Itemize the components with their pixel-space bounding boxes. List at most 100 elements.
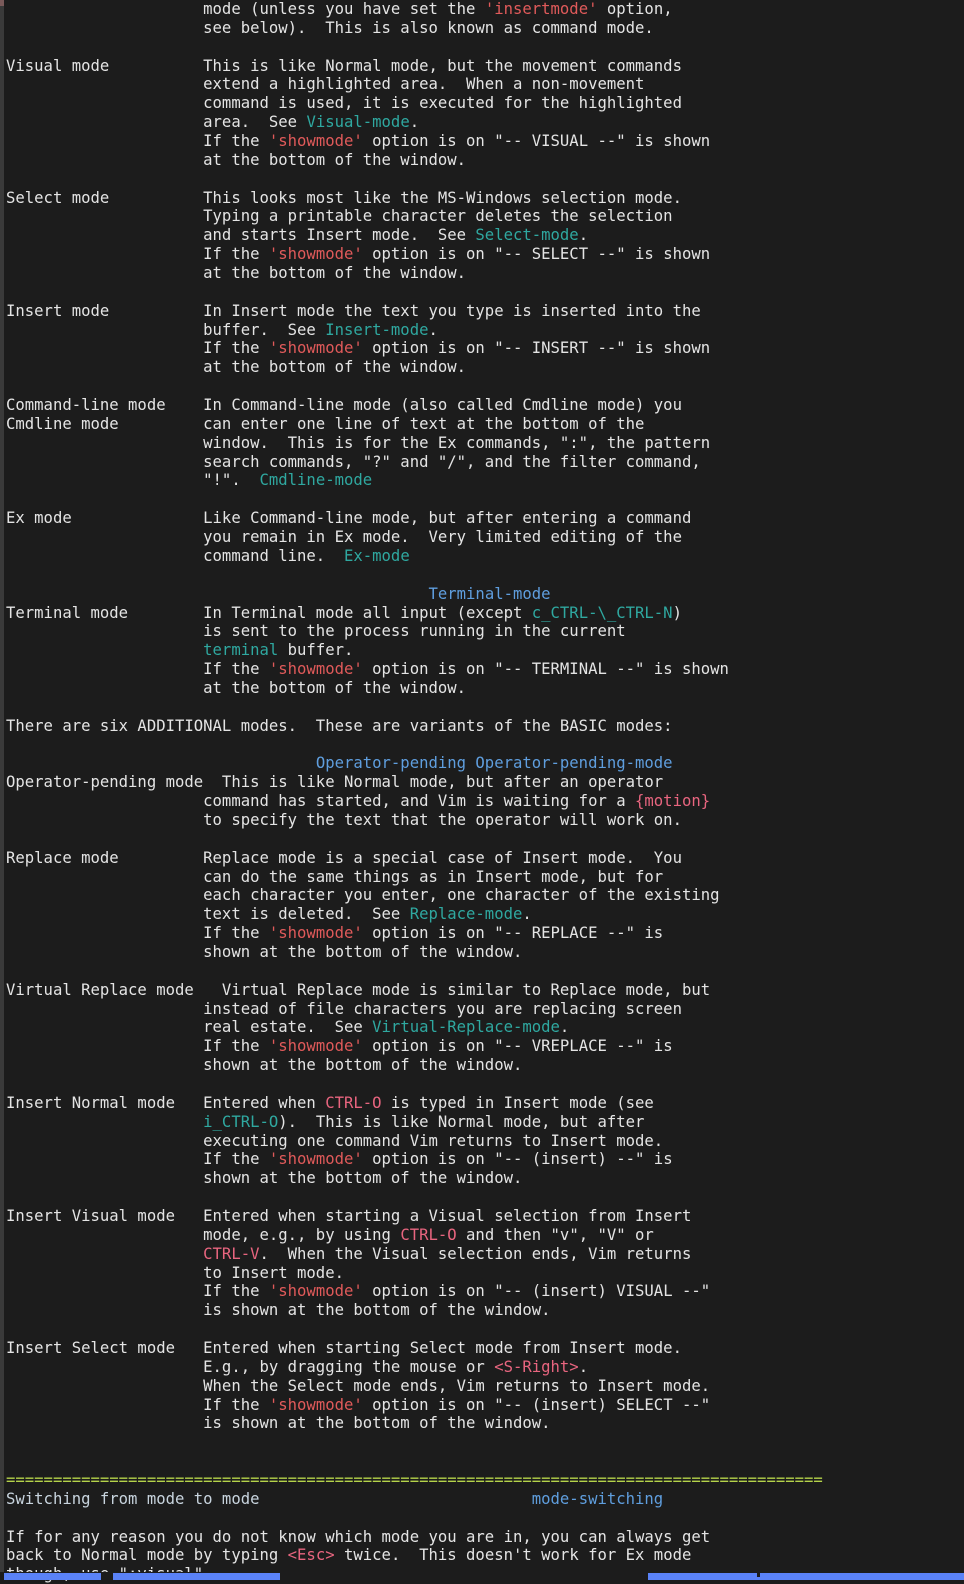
help-line: Ex mode Like Command-line mode, but afte… bbox=[6, 509, 964, 528]
help-line bbox=[6, 1320, 964, 1339]
help-line: search commands, "?" and "/", and the fi… bbox=[6, 453, 964, 472]
help-line: executing one command Vim returns to Ins… bbox=[6, 1132, 964, 1151]
help-tag-link[interactable]: Virtual-Replace-mode bbox=[372, 1018, 560, 1036]
help-line: back to Normal mode by typing <Esc> twic… bbox=[6, 1546, 964, 1565]
help-option-name: 'showmode' bbox=[268, 1037, 363, 1056]
help-tag-link[interactable]: i_CTRL-O bbox=[203, 1113, 278, 1131]
help-line: Terminal-mode bbox=[6, 585, 964, 604]
help-text: option is on "-- VREPLACE --" is bbox=[362, 1037, 673, 1056]
statusline-segment-middle bbox=[113, 1573, 280, 1580]
help-text: option, bbox=[597, 0, 673, 18]
help-text bbox=[6, 1245, 203, 1263]
help-line bbox=[6, 1509, 964, 1528]
help-text: If the bbox=[6, 1282, 269, 1301]
help-line: Select mode This looks most like the MS-… bbox=[6, 189, 964, 208]
statusline-segment-right bbox=[648, 1573, 964, 1580]
help-line: Cmdline mode can enter one line of text … bbox=[6, 415, 964, 434]
scrollbar-thumb[interactable] bbox=[0, 0, 4, 6]
help-line: mode (unless you have set the 'insertmod… bbox=[6, 0, 964, 19]
help-text: If the bbox=[6, 245, 269, 264]
help-line: If the 'showmode' option is on "-- SELEC… bbox=[6, 245, 964, 264]
help-text: Insert mode In Insert mode the text you … bbox=[6, 301, 701, 320]
help-text: E.g., by dragging the mouse or bbox=[6, 1357, 495, 1376]
help-text-buffer[interactable]: mode (unless you have set the 'insertmod… bbox=[6, 0, 964, 1584]
help-line: CTRL-V. When the Visual selection ends, … bbox=[6, 1245, 964, 1264]
help-line: Operator-pending mode This is like Norma… bbox=[6, 773, 964, 792]
help-special-key: CTRL-V bbox=[203, 1244, 260, 1263]
help-line: shown at the bottom of the window. bbox=[6, 943, 964, 962]
help-line: Virtual Replace mode Virtual Replace mod… bbox=[6, 981, 964, 1000]
help-text: twice. This doesn't work for Ex mode bbox=[334, 1546, 692, 1565]
help-text: shown at the bottom of the window. bbox=[6, 1169, 523, 1188]
help-line: If the 'showmode' option is on "-- VISUA… bbox=[6, 132, 964, 151]
help-text: Ex mode Like Command-line mode, but afte… bbox=[6, 509, 692, 528]
help-line: see below). This is also known as comman… bbox=[6, 19, 964, 38]
help-line bbox=[6, 736, 964, 755]
section-rule: ========================================… bbox=[6, 1471, 823, 1490]
help-tag-target: Operator-pending Operator-pending-mode bbox=[315, 754, 673, 773]
help-tag-link[interactable]: Insert-mode bbox=[325, 321, 428, 339]
help-line: i_CTRL-O). This is like Normal mode, but… bbox=[6, 1113, 964, 1132]
help-text: executing one command Vim returns to Ins… bbox=[6, 1131, 664, 1150]
help-line: you remain in Ex mode. Very limited edit… bbox=[6, 528, 964, 547]
help-text: If the bbox=[6, 1150, 269, 1169]
help-special-key: {motion} bbox=[635, 792, 711, 811]
help-line: If the 'showmode' option is on "-- VREPL… bbox=[6, 1037, 964, 1056]
help-tag-link[interactable]: Ex-mode bbox=[344, 547, 410, 565]
help-line: command line. Ex-mode bbox=[6, 547, 964, 566]
help-special-key: CTRL-O bbox=[325, 1093, 382, 1112]
help-text: is shown at the bottom of the window. bbox=[6, 1414, 551, 1433]
help-line: If the 'showmode' option is on "-- REPLA… bbox=[6, 924, 964, 943]
help-text: see below). This is also known as comman… bbox=[6, 18, 654, 37]
help-line: at the bottom of the window. bbox=[6, 358, 964, 377]
help-text: and starts Insert mode. See bbox=[6, 226, 476, 245]
help-text: option is on "-- (insert) VISUAL --" bbox=[362, 1282, 711, 1301]
help-tag-link[interactable]: Select-mode bbox=[475, 226, 578, 244]
help-text: . bbox=[578, 226, 589, 245]
help-line bbox=[6, 490, 964, 509]
help-line: Typing a printable character deletes the… bbox=[6, 207, 964, 226]
help-text: If the bbox=[6, 339, 269, 358]
help-text: . bbox=[409, 113, 420, 132]
help-text: buffer. See bbox=[6, 320, 326, 339]
help-text: mode (unless you have set the bbox=[6, 0, 485, 18]
help-line: shown at the bottom of the window. bbox=[6, 1169, 964, 1188]
help-text: mode, e.g., by using bbox=[6, 1225, 401, 1244]
help-text: Virtual Replace mode Virtual Replace mod… bbox=[6, 980, 711, 999]
help-line bbox=[6, 566, 964, 585]
help-tag-link[interactable]: c_CTRL-\_CTRL-N bbox=[532, 604, 673, 622]
help-option-name: 'showmode' bbox=[268, 132, 363, 151]
help-tag-link[interactable]: Visual-mode bbox=[306, 113, 409, 131]
help-line: and starts Insert mode. See Select-mode. bbox=[6, 226, 964, 245]
help-text: If for any reason you do not know which … bbox=[6, 1527, 711, 1546]
help-text: shown at the bottom of the window. bbox=[6, 1056, 523, 1075]
help-text: buffer. bbox=[278, 641, 354, 660]
help-text: at the bottom of the window. bbox=[6, 264, 467, 283]
help-line: at the bottom of the window. bbox=[6, 264, 964, 283]
help-option-name: 'showmode' bbox=[268, 1395, 363, 1414]
help-line: If the 'showmode' option is on "-- TERMI… bbox=[6, 660, 964, 679]
help-line bbox=[6, 830, 964, 849]
help-tag-link[interactable]: Replace-mode bbox=[410, 905, 523, 923]
help-option-name: 'showmode' bbox=[268, 339, 363, 358]
help-line: Insert Normal mode Entered when CTRL-O i… bbox=[6, 1094, 964, 1113]
help-line: terminal buffer. bbox=[6, 641, 964, 660]
help-tag-link[interactable]: Cmdline-mode bbox=[259, 471, 372, 489]
help-text: is shown at the bottom of the window. bbox=[6, 1301, 551, 1320]
help-line: can do the same things as in Insert mode… bbox=[6, 868, 964, 887]
help-text bbox=[6, 641, 203, 659]
help-text: option is on "-- (insert) --" is bbox=[362, 1150, 673, 1169]
help-tag-link[interactable]: terminal bbox=[203, 641, 278, 659]
help-text: ). This is like Normal mode, but after bbox=[278, 1112, 645, 1131]
help-line: Operator-pending Operator-pending-mode bbox=[6, 754, 964, 773]
help-text: Operator-pending mode This is like Norma… bbox=[6, 773, 664, 792]
help-text: If the bbox=[6, 660, 269, 679]
help-line bbox=[6, 1075, 964, 1094]
help-option-name: 'showmode' bbox=[268, 245, 363, 264]
help-line bbox=[6, 962, 964, 981]
vertical-scrollbar[interactable] bbox=[0, 0, 4, 1580]
help-line bbox=[6, 377, 964, 396]
help-text: at the bottom of the window. bbox=[6, 150, 467, 169]
help-option-name: 'insertmode' bbox=[484, 0, 598, 18]
help-text: Select mode This looks most like the MS-… bbox=[6, 188, 682, 207]
